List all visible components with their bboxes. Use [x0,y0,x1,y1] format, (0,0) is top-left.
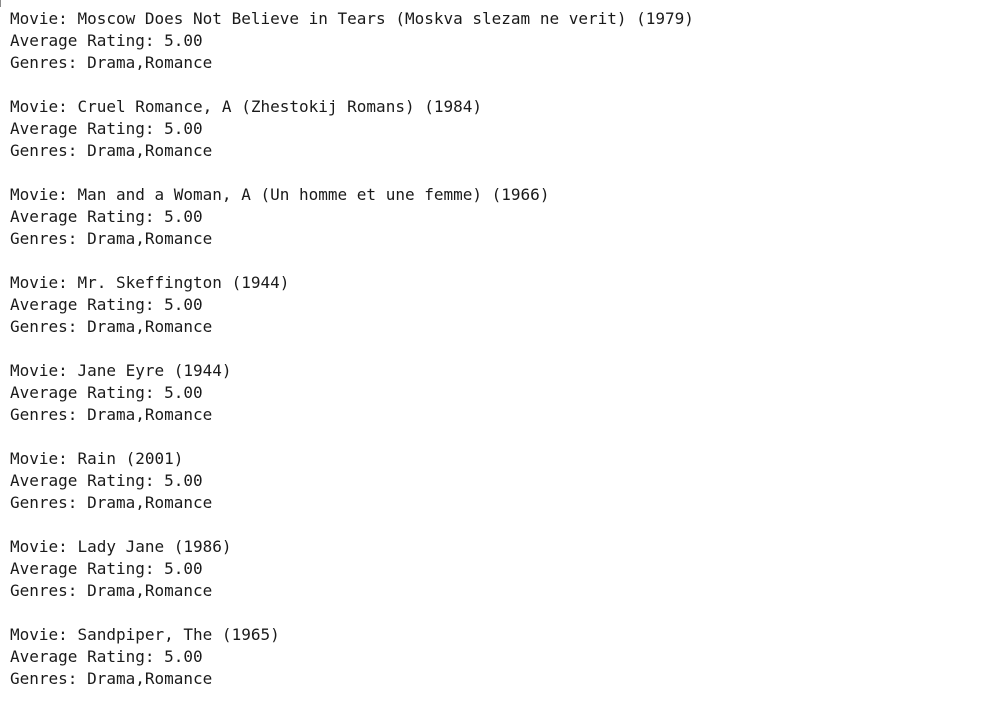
movie-line: Movie: Jane Eyre (1944) [10,360,970,382]
rating-line: Average Rating: 5.00 [10,118,970,140]
movie-title: Mr. Skeffington (1944) [77,273,290,292]
genres-line: Genres: Drama,Romance [10,52,970,74]
genres-label: Genres: [10,669,88,688]
rating-label: Average Rating: [10,383,165,402]
movie-line: Movie: Man and a Woman, A (Un homme et u… [10,184,970,206]
movie-title: Rain (2001) [77,449,184,468]
rating-line: Average Rating: 5.00 [10,382,970,404]
rating-label: Average Rating: [10,471,165,490]
movie-record: Movie: Rain (2001) Average Rating: 5.00 … [10,448,970,514]
genres-value: Drama,Romance [87,669,213,688]
rating-line: Average Rating: 5.00 [10,646,970,668]
rating-value: 5.00 [164,295,203,314]
rating-label: Average Rating: [10,207,165,226]
movie-title: Lady Jane (1986) [77,537,232,556]
movie-title: Man and a Woman, A (Un homme et une femm… [77,185,550,204]
genres-label: Genres: [10,405,88,424]
text-cursor [0,0,1,7]
movie-label: Movie: [10,361,78,380]
movie-record: Movie: Cruel Romance, A (Zhestokij Roman… [10,96,970,162]
rating-value: 5.00 [164,559,203,578]
movie-record: Movie: Mr. Skeffington (1944) Average Ra… [10,272,970,338]
genres-value: Drama,Romance [87,581,213,600]
rating-line: Average Rating: 5.00 [10,206,970,228]
rating-label: Average Rating: [10,647,165,666]
movie-line: Movie: Lady Jane (1986) [10,536,970,558]
movie-line: Movie: Sandpiper, The (1965) [10,624,970,646]
genres-value: Drama,Romance [87,53,213,72]
movie-title: Sandpiper, The (1965) [77,625,280,644]
movie-label: Movie: [10,97,78,116]
genres-line: Genres: Drama,Romance [10,404,970,426]
rating-label: Average Rating: [10,559,165,578]
rating-value: 5.00 [164,31,203,50]
rating-line: Average Rating: 5.00 [10,470,970,492]
movie-line: Movie: Rain (2001) [10,448,970,470]
movie-line: Movie: Cruel Romance, A (Zhestokij Roman… [10,96,970,118]
genres-label: Genres: [10,229,88,248]
genres-label: Genres: [10,53,88,72]
genres-value: Drama,Romance [87,141,213,160]
genres-label: Genres: [10,581,88,600]
rating-label: Average Rating: [10,31,165,50]
genres-value: Drama,Romance [87,317,213,336]
movie-label: Movie: [10,185,78,204]
rating-value: 5.00 [164,383,203,402]
genres-line: Genres: Drama,Romance [10,316,970,338]
genres-line: Genres: Drama,Romance [10,492,970,514]
movie-record: Movie: Lady Jane (1986) Average Rating: … [10,536,970,602]
genres-label: Genres: [10,317,88,336]
genres-line: Genres: Drama,Romance [10,140,970,162]
movie-label: Movie: [10,449,78,468]
rating-line: Average Rating: 5.00 [10,30,970,52]
rating-value: 5.00 [164,471,203,490]
movie-line: Movie: Moscow Does Not Believe in Tears … [10,8,970,30]
rating-label: Average Rating: [10,295,165,314]
movie-record: Movie: Jane Eyre (1944) Average Rating: … [10,360,970,426]
genres-value: Drama,Romance [87,405,213,424]
movie-label: Movie: [10,9,78,28]
rating-line: Average Rating: 5.00 [10,294,970,316]
movie-line: Movie: Mr. Skeffington (1944) [10,272,970,294]
genres-line: Genres: Drama,Romance [10,668,970,690]
movie-title: Cruel Romance, A (Zhestokij Romans) (198… [77,97,483,116]
movie-title: Jane Eyre (1944) [77,361,232,380]
genres-value: Drama,Romance [87,493,213,512]
movie-record: Movie: Sandpiper, The (1965) Average Rat… [10,624,970,690]
movie-label: Movie: [10,625,78,644]
rating-line: Average Rating: 5.00 [10,558,970,580]
console-output: Movie: Moscow Does Not Believe in Tears … [10,8,970,712]
rating-label: Average Rating: [10,119,165,138]
movie-title: Moscow Does Not Believe in Tears (Moskva… [77,9,694,28]
genres-line: Genres: Drama,Romance [10,580,970,602]
rating-value: 5.00 [164,207,203,226]
genres-line: Genres: Drama,Romance [10,228,970,250]
rating-value: 5.00 [164,647,203,666]
genres-label: Genres: [10,141,88,160]
movie-label: Movie: [10,273,78,292]
genres-label: Genres: [10,493,88,512]
genres-value: Drama,Romance [87,229,213,248]
movie-label: Movie: [10,537,78,556]
movie-record: Movie: Moscow Does Not Believe in Tears … [10,8,970,74]
rating-value: 5.00 [164,119,203,138]
movie-record: Movie: Man and a Woman, A (Un homme et u… [10,184,970,250]
